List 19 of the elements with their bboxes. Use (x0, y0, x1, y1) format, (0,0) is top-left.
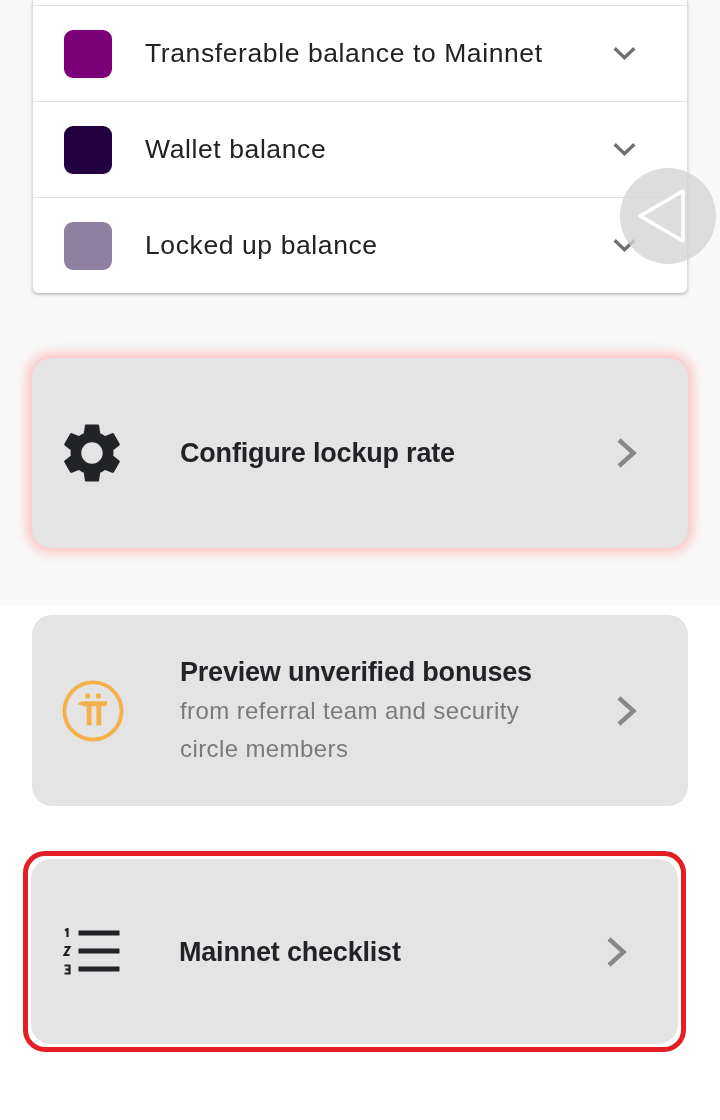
card-title: Mainnet checklist (179, 935, 401, 969)
chevron-right-icon (616, 694, 638, 727)
card-title: Preview unverified bonuses (180, 655, 532, 689)
numbered-list-icon (63, 927, 120, 976)
card-subtitle: from referral team and security circle members (180, 695, 521, 764)
menu-card[interactable]: Mainnet checklist (31, 859, 678, 1044)
chevron-down-icon[interactable] (612, 142, 637, 157)
menu-card[interactable]: Preview unverified bonuses from referral team and security circle members (32, 615, 688, 806)
gear-icon (64, 424, 120, 482)
card-title: Configure lockup rate (180, 437, 455, 470)
pi-coin-icon (62, 679, 124, 742)
chevron-right-icon (616, 437, 638, 469)
balance-label: Transferable balance to Mainnet (145, 38, 544, 69)
balance-label: Locked up balance (145, 230, 379, 261)
chevron-right-icon (606, 935, 628, 968)
back-icon (636, 187, 686, 245)
balance-label: Wallet balance (145, 134, 328, 165)
menu-card[interactable]: Configure lockup rate (32, 358, 688, 548)
chevron-down-icon[interactable] (612, 46, 637, 61)
